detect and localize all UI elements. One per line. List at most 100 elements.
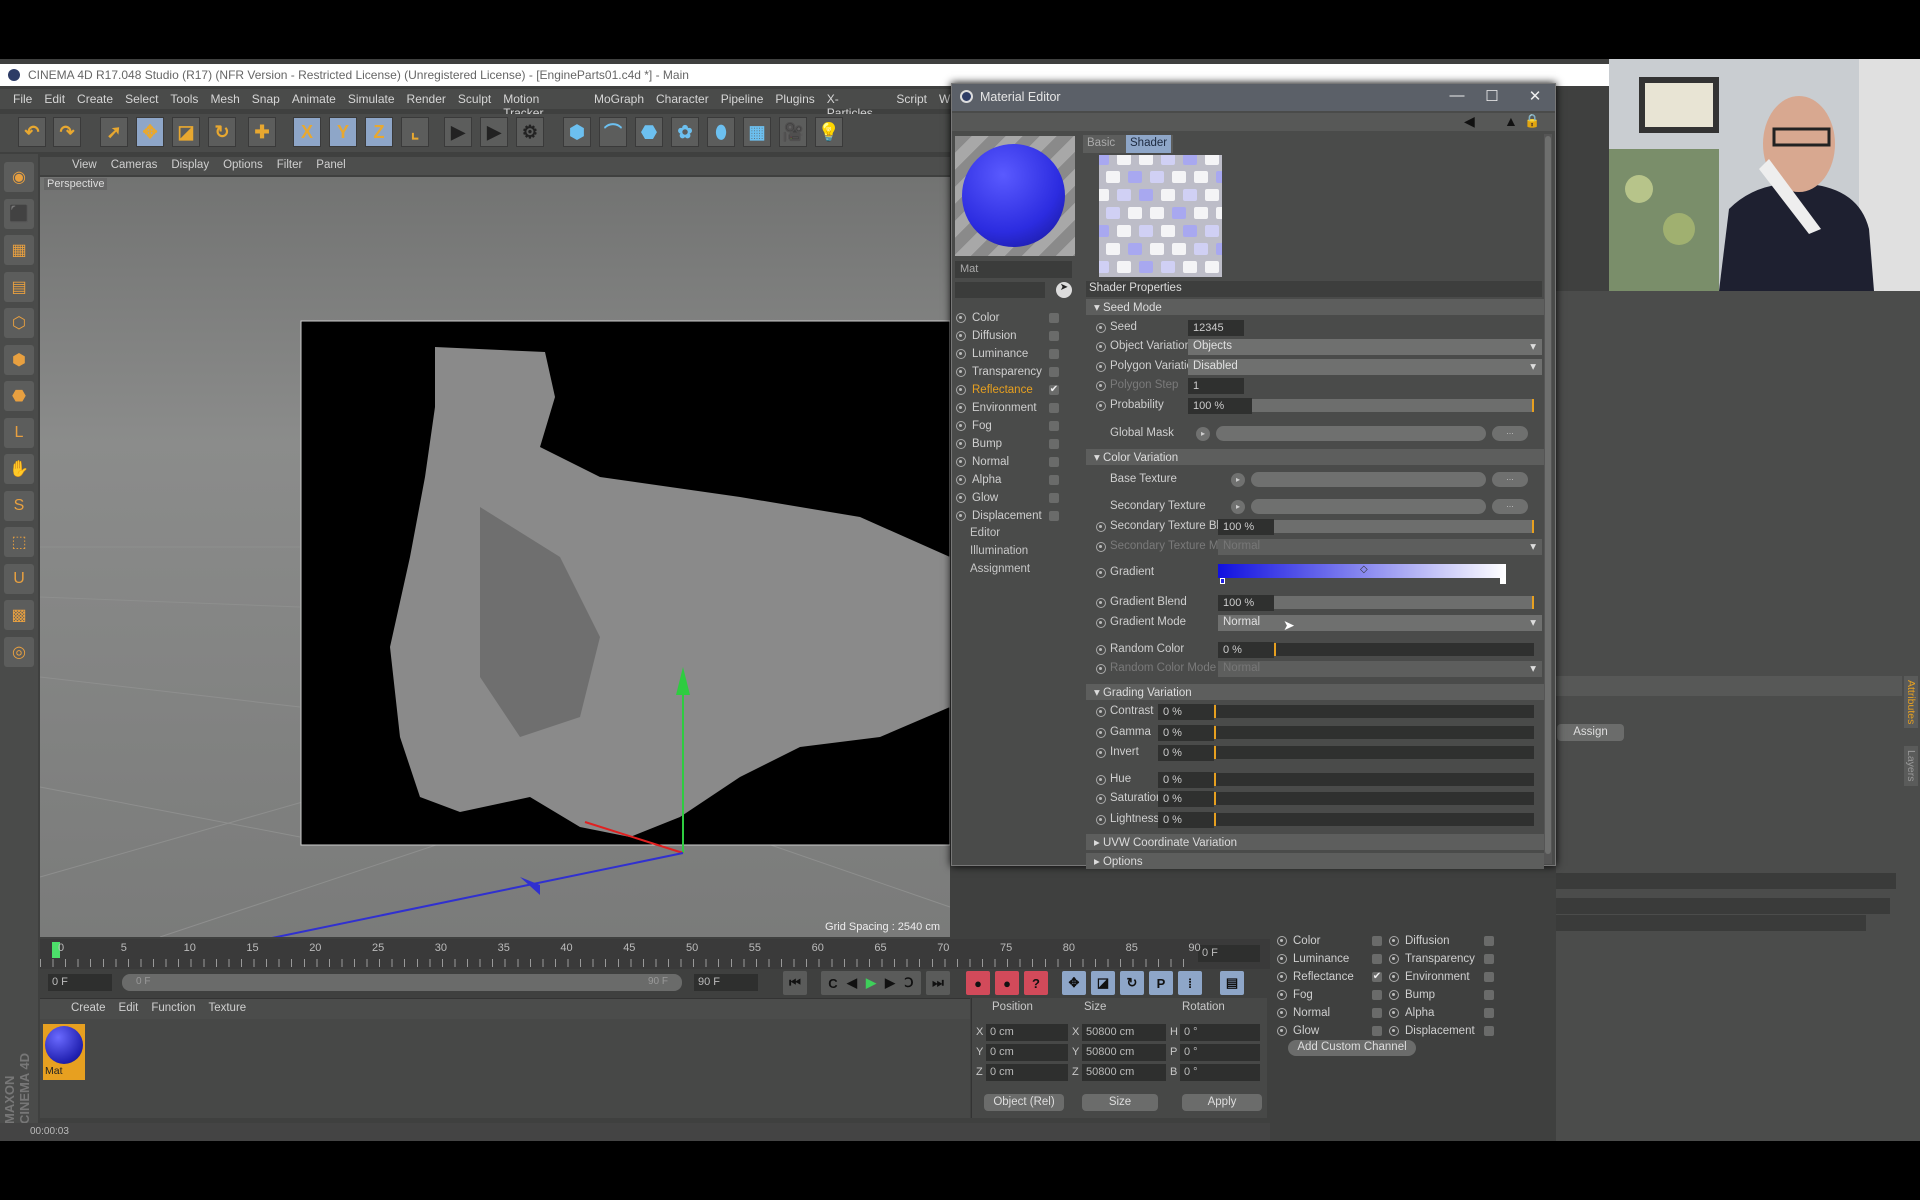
size-y-field[interactable]: 50800 cm [1082, 1044, 1166, 1061]
viewport-menu-filter[interactable]: Filter [271, 157, 311, 175]
gradient-mode-dropdown[interactable]: Normal [1218, 615, 1542, 631]
chevron-right-icon[interactable]: ▸ [1094, 856, 1103, 868]
section-color-variation[interactable]: ▾ Color Variation [1086, 449, 1544, 465]
contrast-slider[interactable] [1214, 705, 1534, 718]
radio-icon[interactable] [956, 475, 966, 485]
radio-icon[interactable] [1277, 936, 1287, 946]
radio-icon[interactable] [956, 421, 966, 431]
invert-slider[interactable] [1214, 746, 1534, 759]
channel-checkbox[interactable] [1484, 1008, 1494, 1018]
animation-radio-icon[interactable] [1096, 542, 1106, 552]
viewport-menu-panel[interactable]: Panel [310, 157, 353, 175]
contrast-slider-handle[interactable] [1214, 705, 1216, 718]
maximize-button[interactable]: ☐ [1477, 87, 1507, 107]
material-menu-texture[interactable]: Texture [203, 999, 254, 1019]
hue-field[interactable]: 0 % [1158, 772, 1214, 788]
y-axis-button[interactable]: Y [329, 117, 357, 147]
animation-radio-icon[interactable] [1096, 664, 1106, 674]
radio-icon[interactable] [956, 403, 966, 413]
close-button[interactable]: ✕ [1520, 87, 1550, 107]
animation-radio-icon[interactable] [1096, 598, 1106, 608]
hue-slider-handle[interactable] [1214, 773, 1216, 786]
radio-icon[interactable] [956, 457, 966, 467]
radio-icon[interactable] [1277, 990, 1287, 1000]
menu-motion-tracker[interactable]: Motion Tracker [498, 89, 589, 120]
material-editor-titlebar[interactable]: Material Editor — ☐ ✕ [952, 84, 1555, 111]
menu-simulate[interactable]: Simulate [343, 89, 402, 109]
menu-tools[interactable]: Tools [165, 89, 205, 109]
minimize-button[interactable]: — [1442, 87, 1472, 107]
animation-radio-icon[interactable] [1096, 794, 1106, 804]
animation-radio-icon[interactable] [1096, 707, 1106, 717]
scrollbar-thumb[interactable] [1545, 136, 1551, 854]
section-grading-variation[interactable]: ▾ Grading Variation [1086, 684, 1544, 700]
random-color-field[interactable]: 0 % [1218, 642, 1274, 658]
z-axis-handle[interactable] [180, 852, 684, 937]
base-texture-browse-button[interactable]: ... [1492, 472, 1528, 487]
random-color-slider[interactable] [1274, 643, 1534, 656]
menu-character[interactable]: Character [651, 89, 716, 109]
solo-mode-button[interactable]: S [4, 490, 34, 521]
undo-button[interactable]: ↶ [18, 117, 46, 147]
saturation-slider-handle[interactable] [1214, 792, 1216, 805]
viewport[interactable]: Perspective Grid Spacing : 2540 cm [40, 177, 950, 937]
coordinate-system-button[interactable]: ⌞ [401, 117, 429, 147]
secondary-texture-browse-button[interactable]: ... [1492, 499, 1528, 514]
object-variation-dropdown[interactable]: Objects [1188, 339, 1542, 355]
global-mask-link-field[interactable] [1216, 426, 1486, 441]
radio-icon[interactable] [956, 493, 966, 503]
x-axis-button[interactable]: X [293, 117, 321, 147]
render-view-button[interactable]: ▶ [444, 117, 472, 147]
menu-mesh[interactable]: Mesh [205, 89, 246, 109]
channel-checkbox[interactable] [1484, 972, 1494, 982]
saturation-slider[interactable] [1214, 792, 1534, 805]
base-texture-arrow-icon[interactable]: ▸ [1231, 473, 1245, 487]
add-custom-channel-button[interactable]: Add Custom Channel [1288, 1040, 1416, 1056]
probability-slider[interactable] [1252, 399, 1534, 412]
radio-icon[interactable] [1277, 954, 1287, 964]
move-button[interactable]: ✥ [136, 117, 164, 147]
add-button[interactable]: ✚ [248, 117, 276, 147]
material-menu-edit[interactable]: Edit [114, 999, 147, 1019]
autokey-button[interactable]: ● [995, 971, 1019, 995]
radio-icon[interactable] [956, 313, 966, 323]
channel-checkbox[interactable] [1049, 331, 1059, 341]
menu-pipeline[interactable]: Pipeline [716, 89, 771, 109]
size-x-field[interactable]: 50800 cm [1082, 1024, 1166, 1041]
light-button[interactable]: 💡 [815, 117, 843, 147]
channel-checkbox[interactable] [1484, 990, 1494, 1000]
frame-range-slider[interactable]: 0 F 90 F [122, 974, 682, 991]
redo-button[interactable]: ↷ [53, 117, 81, 147]
material-menu-function[interactable]: Function [146, 999, 203, 1019]
key-pla-button[interactable]: ⁞ [1178, 971, 1202, 995]
go-to-start-button[interactable]: ⏮ [783, 971, 807, 995]
channel-checkbox[interactable] [1484, 954, 1494, 964]
channel-checkbox[interactable] [1049, 493, 1059, 503]
axis-mode-button[interactable]: L [4, 417, 34, 448]
side-tab-layers[interactable]: Layers [1904, 746, 1918, 786]
gamma-slider-handle[interactable] [1214, 726, 1216, 739]
apply-button[interactable]: Apply [1182, 1094, 1262, 1111]
locked-workplane-button[interactable]: ▩ [4, 600, 34, 630]
secondary-texture-blend-slider[interactable] [1274, 520, 1534, 533]
menu-snap[interactable]: Snap [247, 89, 287, 109]
coordinate-mode-dropdown[interactable]: Object (Rel) [984, 1094, 1064, 1111]
go-to-end-button[interactable]: ⏭ [926, 971, 950, 995]
menu-x-particles[interactable]: X-Particles [822, 89, 892, 120]
menu-sculpt[interactable]: Sculpt [453, 89, 498, 109]
lightness-slider-handle[interactable] [1214, 813, 1216, 826]
position-x-field[interactable]: 0 cm [986, 1024, 1068, 1041]
animation-radio-icon[interactable] [1096, 728, 1106, 738]
back-arrow-icon[interactable]: ◀ [1464, 113, 1475, 130]
channel-checkbox[interactable] [1049, 367, 1059, 377]
deformer-button[interactable]: ⬮ [707, 117, 735, 147]
section-uvw-coordinate-variation[interactable]: ▸ UVW Coordinate Variation [1086, 834, 1544, 850]
animation-radio-icon[interactable] [1096, 568, 1106, 578]
channel-checkbox[interactable] [1484, 936, 1494, 946]
gamma-slider[interactable] [1214, 726, 1534, 739]
channel-editor[interactable]: Editor [970, 527, 1000, 539]
random-color-slider-handle[interactable] [1274, 643, 1276, 656]
up-arrow-icon[interactable]: ▲ [1504, 113, 1518, 129]
nurbs-button[interactable]: ⬣ [635, 117, 663, 147]
menu-script[interactable]: Script [891, 89, 934, 109]
